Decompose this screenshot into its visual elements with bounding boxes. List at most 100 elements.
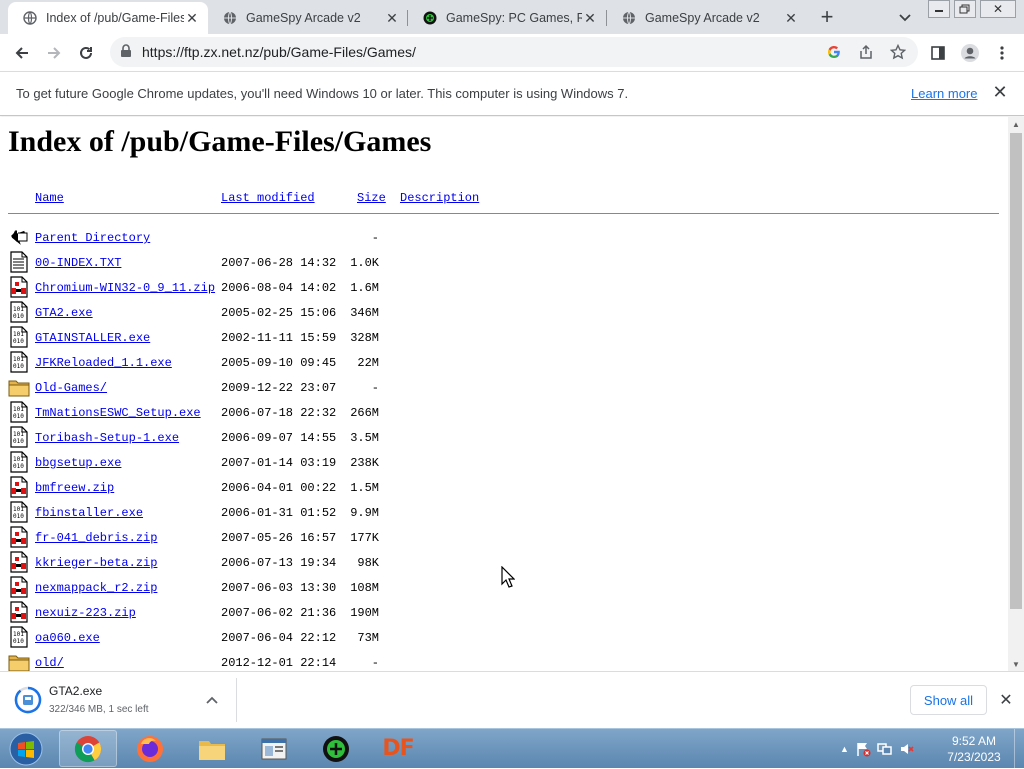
column-header-name[interactable]: Name [35, 191, 64, 207]
column-header-size[interactable]: Size [357, 191, 386, 207]
close-tab-icon[interactable]: ✕ [184, 10, 200, 26]
back-icon [8, 226, 30, 248]
file-size: - [357, 381, 379, 395]
compressed-file-icon [8, 601, 30, 623]
reload-button[interactable] [72, 39, 100, 67]
volume-muted-icon[interactable] [899, 741, 915, 757]
action-center-flag-icon[interactable] [855, 741, 871, 757]
file-link[interactable]: TmNationsESWC_Setup.exe [35, 406, 201, 420]
svg-text:010: 010 [13, 438, 24, 445]
file-link[interactable]: oa060.exe [35, 631, 100, 645]
column-header-modified[interactable]: Last modified [221, 191, 315, 207]
file-link[interactable]: fr-041_debris.zip [35, 531, 157, 545]
sort-by-name-link[interactable]: Name [35, 191, 64, 205]
modified-date: 2006-01-31 01:52 [221, 506, 337, 520]
forward-button[interactable] [40, 39, 68, 67]
scroll-up-icon[interactable]: ▲ [1008, 117, 1024, 131]
scrollbar-thumb[interactable] [1010, 133, 1022, 609]
file-size: 238K [350, 456, 379, 470]
binary-file-icon: 101 010 [8, 351, 30, 373]
new-tab-button[interactable]: + [815, 4, 839, 29]
explorer-icon [199, 740, 225, 760]
sort-by-description-link[interactable]: Description [400, 191, 479, 205]
show-all-button[interactable]: Show all [910, 685, 987, 715]
network-icon[interactable] [877, 741, 893, 757]
tab-gamespy-arcade-2[interactable]: GameSpy Arcade v2 ✕ [607, 2, 807, 34]
tab-title: GameSpy Arcade v2 [645, 11, 760, 25]
close-window-button[interactable]: ✕ [980, 0, 1016, 18]
back-button[interactable] [8, 39, 36, 67]
file-link[interactable]: old/ [35, 656, 64, 670]
profile-button[interactable] [956, 39, 984, 67]
sort-by-size-link[interactable]: Size [357, 191, 386, 205]
taskbar-chrome[interactable] [59, 730, 117, 767]
tab-gamespy-pc[interactable]: GameSpy: PC Games, Rev ✕ [408, 2, 606, 34]
taskbar-window[interactable] [245, 730, 303, 767]
close-icon[interactable]: ✕ [996, 690, 1016, 710]
svg-text:010: 010 [13, 638, 24, 645]
taskbar-gamespy[interactable] [307, 730, 365, 767]
close-tab-icon[interactable]: ✕ [783, 10, 799, 26]
file-link[interactable]: GTA2.exe [35, 306, 93, 320]
file-link[interactable]: Old-Games/ [35, 381, 107, 395]
minimize-button[interactable] [928, 0, 950, 18]
folder-icon [8, 651, 30, 671]
taskbar-explorer[interactable] [183, 730, 241, 767]
tab-gamespy-arcade[interactable]: GameSpy Arcade v2 ✕ [208, 2, 408, 34]
globe-icon [621, 10, 637, 26]
tab-search-button[interactable] [895, 8, 915, 28]
divider [8, 213, 999, 214]
lock-icon[interactable] [120, 44, 132, 63]
start-button[interactable] [4, 729, 48, 769]
system-tray: ▲ [840, 735, 915, 763]
file-link[interactable]: nexmappack_r2.zip [35, 581, 157, 595]
column-header-description[interactable]: Description [400, 191, 479, 207]
file-link[interactable]: fbinstaller.exe [35, 506, 143, 520]
close-tab-icon[interactable]: ✕ [582, 10, 598, 26]
taskbar-firefox[interactable] [121, 730, 179, 767]
folder-icon [8, 376, 30, 398]
table-row: 00-INDEX.TXT 2007-06-28 14:32 1.0K [0, 251, 1000, 281]
file-link[interactable]: JFKReloaded_1.1.exe [35, 356, 172, 370]
file-link[interactable]: GTAINSTALLER.exe [35, 331, 150, 345]
system-clock[interactable]: 9:52 AM 7/23/2023 [940, 733, 1008, 765]
close-tab-icon[interactable]: ✕ [384, 10, 400, 26]
bookmark-star-icon[interactable] [888, 42, 908, 62]
binary-file-icon: 101 010 [8, 301, 30, 323]
scroll-down-icon[interactable]: ▼ [1008, 657, 1024, 671]
taskbar-df[interactable]: DF [369, 730, 427, 767]
show-hidden-icons-icon[interactable]: ▲ [840, 744, 849, 754]
file-link[interactable]: nexuiz-223.zip [35, 606, 136, 620]
learn-more-link[interactable]: Learn more [911, 86, 977, 101]
file-size: 73M [350, 631, 379, 645]
sort-by-modified-link[interactable]: Last modified [221, 191, 315, 205]
compressed-file-icon [8, 276, 30, 298]
share-icon[interactable] [856, 42, 876, 62]
file-size: 177K [350, 531, 379, 545]
download-progress-icon[interactable] [14, 686, 42, 714]
google-icon[interactable] [824, 42, 844, 62]
side-panel-button[interactable] [924, 39, 952, 67]
url-text[interactable]: https://ftp.zx.net.nz/pub/Game-Files/Gam… [142, 44, 416, 60]
file-link[interactable]: kkrieger-beta.zip [35, 556, 157, 570]
table-row: 101 010 Toribash-Setup-1.exe 2006-09-07 14:… [0, 426, 1000, 456]
download-status: 322/346 MB, 1 sec left [49, 704, 149, 715]
vertical-scrollbar[interactable]: ▲ ▼ [1008, 117, 1024, 671]
file-link[interactable]: bmfreew.zip [35, 481, 114, 495]
show-desktop-button[interactable] [1014, 729, 1024, 769]
file-link[interactable]: Toribash-Setup-1.exe [35, 431, 179, 445]
table-row: kkrieger-beta.zip 2006-07-13 19:34 98K [0, 551, 1000, 581]
file-link[interactable]: Parent Directory [35, 231, 150, 245]
file-link[interactable]: bbgsetup.exe [35, 456, 121, 470]
file-link[interactable]: 00-INDEX.TXT [35, 256, 121, 270]
file-link[interactable]: Chromium-WIN32-0_9_11.zip [35, 281, 215, 295]
table-row: bmfreew.zip 2006-04-01 00:22 1.5M [0, 476, 1000, 506]
restore-button[interactable] [954, 0, 976, 18]
download-filename[interactable]: GTA2.exe [49, 684, 102, 698]
close-icon[interactable]: ✕ [990, 82, 1010, 102]
address-bar[interactable]: https://ftp.zx.net.nz/pub/Game-Files/Gam… [110, 37, 918, 67]
modified-date: 2006-07-18 22:32 [221, 406, 337, 420]
menu-button[interactable] [988, 39, 1016, 67]
tab-index-pub[interactable]: Index of /pub/Game-Files ✕ [8, 2, 208, 34]
download-options-button[interactable] [204, 692, 220, 708]
